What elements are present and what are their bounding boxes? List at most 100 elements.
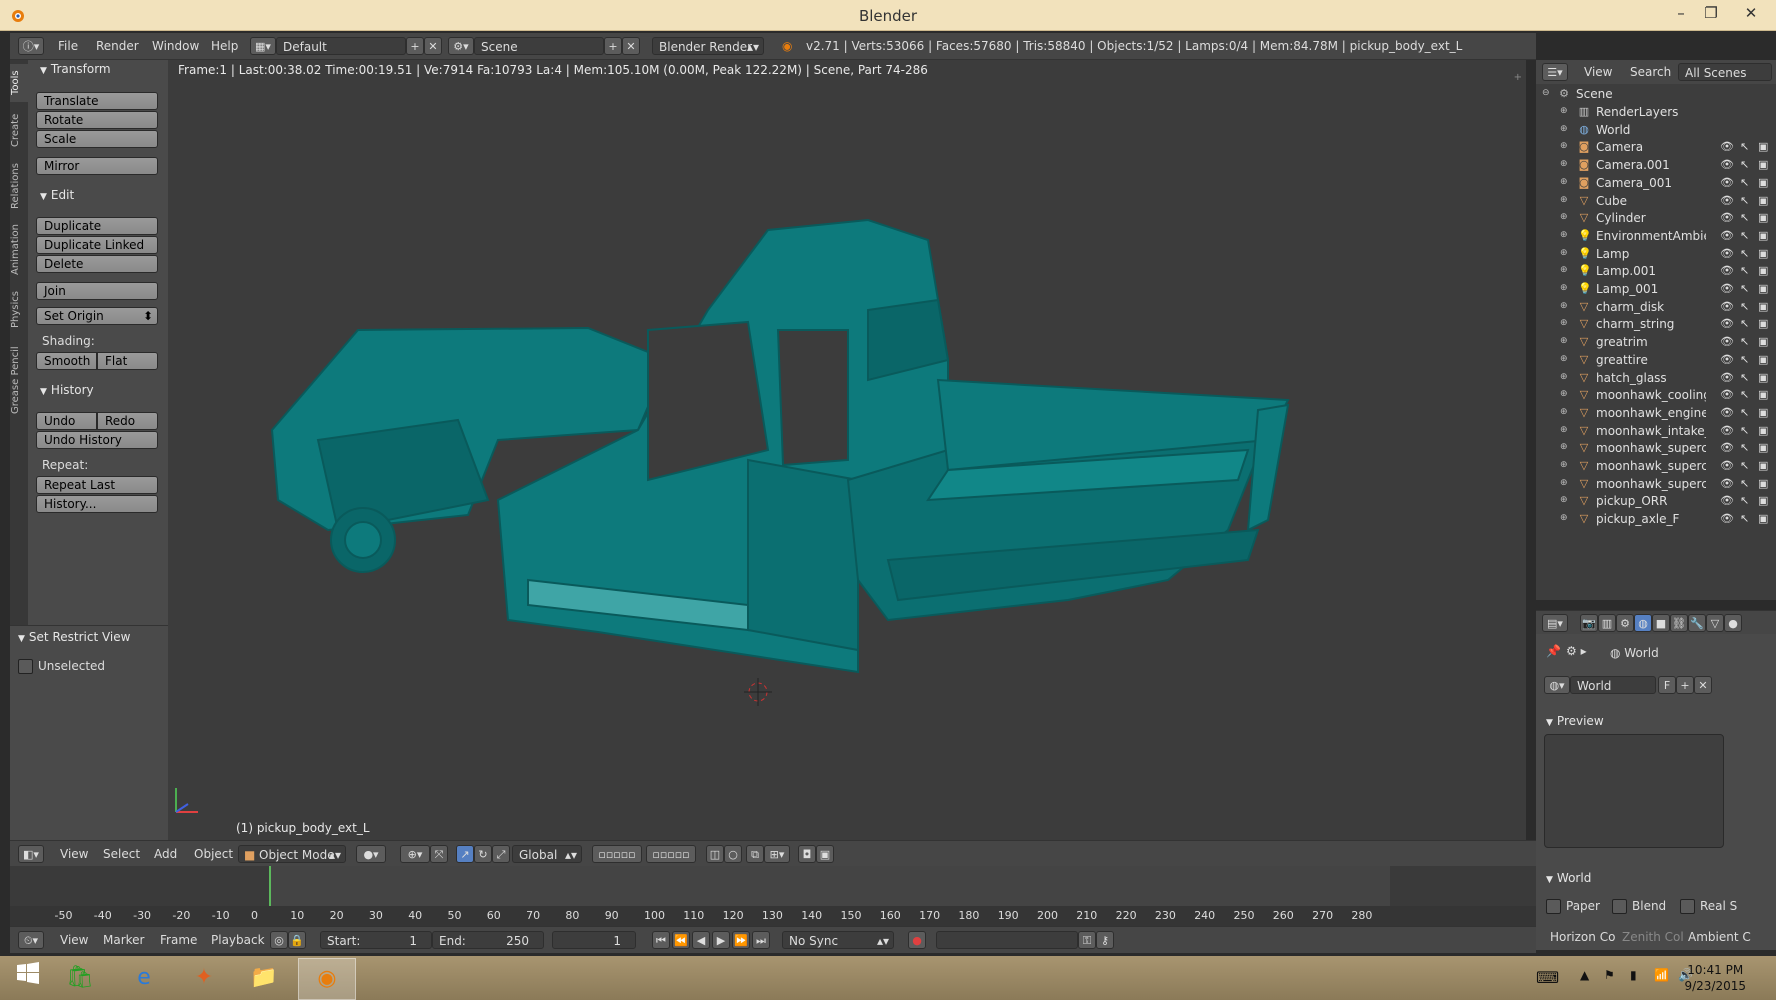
select-arrow-icon[interactable]: ↖ (1740, 194, 1749, 207)
3d-viewport[interactable]: Frame:1 | Last:00:38.02 Time:00:19.51 | … (168, 60, 1526, 840)
render-toggle-icon[interactable]: ▣ (1758, 282, 1768, 295)
render-toggle-icon[interactable]: ▣ (1758, 371, 1768, 384)
visibility-eye-icon[interactable]: 👁 (1720, 282, 1734, 295)
opengl-anim-icon[interactable]: ▣ (816, 845, 834, 863)
viewport-shading-icon[interactable]: ●▾ (356, 845, 386, 863)
select-arrow-icon[interactable]: ↖ (1740, 247, 1749, 260)
expand-icon[interactable]: ⊕ (1560, 248, 1568, 258)
expand-icon[interactable]: ⊕ (1560, 389, 1568, 399)
tab-tools[interactable]: Tools (10, 64, 28, 102)
pin-icon[interactable]: 📌 (1546, 644, 1561, 658)
duplicate-linked-button[interactable]: Duplicate Linked (36, 236, 158, 254)
remove-scene-icon[interactable]: ✕ (622, 37, 640, 55)
delete-button[interactable]: Delete (36, 255, 158, 273)
outliner-scene-row[interactable]: ⊖ ⚙ Scene (1536, 84, 1766, 104)
menu-frame[interactable]: Frame (160, 933, 197, 947)
render-toggle-icon[interactable]: ▣ (1758, 494, 1768, 507)
menu-marker[interactable]: Marker (103, 933, 144, 947)
minimize-button[interactable]: – (1666, 2, 1696, 24)
editor-type-outliner-icon[interactable]: ☰▾ (1542, 63, 1568, 81)
menu-view[interactable]: View (60, 847, 88, 861)
insert-keyframe-icon[interactable]: ⚿ (1078, 931, 1096, 949)
expand-icon[interactable]: ⊕ (1560, 230, 1568, 240)
scale-button[interactable]: Scale (36, 130, 158, 148)
editor-type-properties-icon[interactable]: ▤▾ (1542, 614, 1568, 632)
restrict-view-header[interactable]: ▼ Set Restrict View (18, 630, 130, 644)
expand-icon[interactable]: ⊕ (1560, 407, 1568, 417)
visibility-eye-icon[interactable]: 👁 (1720, 229, 1734, 242)
join-button[interactable]: Join (36, 282, 158, 300)
remove-layout-icon[interactable]: ✕ (424, 37, 442, 55)
world-browse-icon[interactable]: ◍▾ (1544, 676, 1570, 694)
edit-panel-header[interactable]: ▼ Edit (40, 188, 74, 202)
power-icon[interactable]: ▮ (1630, 968, 1637, 982)
visibility-eye-icon[interactable]: 👁 (1720, 140, 1734, 153)
render-toggle-icon[interactable]: ▣ (1758, 335, 1768, 348)
undo-history-button[interactable]: Undo History (36, 431, 158, 449)
expand-icon[interactable]: ⊕ (1560, 372, 1568, 382)
object-tab-icon[interactable]: ■ (1652, 614, 1670, 632)
blender-taskbar-icon[interactable]: ◉ (298, 958, 356, 1000)
menu-object[interactable]: Object (194, 847, 233, 861)
start-button-icon[interactable] (0, 958, 56, 998)
expand-icon[interactable]: ⊕ (1560, 336, 1568, 346)
jump-start-icon[interactable]: ⏮ (652, 931, 670, 949)
render-toggle-icon[interactable]: ▣ (1758, 264, 1768, 277)
expand-icon[interactable]: ⊕ (1560, 141, 1568, 151)
visibility-eye-icon[interactable]: 👁 (1720, 176, 1734, 189)
select-arrow-icon[interactable]: ↖ (1740, 335, 1749, 348)
visibility-eye-icon[interactable]: 👁 (1720, 211, 1734, 224)
preview-panel-header[interactable]: ▼ Preview (1546, 714, 1604, 728)
add-layout-icon[interactable]: + (406, 37, 424, 55)
world-tab-icon[interactable]: ◍ (1634, 614, 1652, 632)
proportional-edit-icon[interactable]: ○ (724, 845, 742, 863)
end-frame-field[interactable]: End: 250 (432, 931, 544, 949)
render-toggle-icon[interactable]: ▣ (1758, 158, 1768, 171)
mirror-button[interactable]: Mirror (36, 157, 158, 175)
menu-window[interactable]: Window (152, 39, 199, 53)
menu-timeline-view[interactable]: View (60, 933, 88, 947)
expand-icon[interactable]: ⊕ (1560, 283, 1568, 293)
duplicate-button[interactable]: Duplicate (36, 217, 158, 235)
expand-icon[interactable]: ⊕ (1560, 318, 1568, 328)
layers-group-1-icon[interactable]: ▫▫▫▫▫ (592, 845, 642, 863)
render-toggle-icon[interactable]: ▣ (1758, 459, 1768, 472)
expand-icon[interactable]: ⊕ (1560, 301, 1568, 311)
scene-field[interactable]: Scene (474, 37, 604, 55)
jump-end-icon[interactable]: ⏭ (752, 931, 770, 949)
play-icon[interactable]: ▶ (712, 931, 730, 949)
tab-grease-pencil[interactable]: Grease Pencil (10, 340, 28, 420)
visibility-eye-icon[interactable]: 👁 (1720, 406, 1734, 419)
real-sky-checkbox[interactable] (1680, 899, 1695, 914)
expand-icon[interactable]: ⊕ (1560, 106, 1568, 116)
repeat-last-button[interactable]: Repeat Last (36, 476, 158, 494)
set-origin-menu[interactable]: Set Origin ⬍ (36, 307, 158, 325)
manipulator-toggle-icon[interactable]: ⤧ (430, 845, 448, 863)
tab-relations[interactable]: Relations (10, 158, 28, 214)
timeline-area[interactable]: -50 -40 -30 -20 -10 0 10 20 30 40 50 60 70 80 90 100 110… (10, 866, 1536, 926)
viewport-corner-icon[interactable]: + (1514, 72, 1522, 83)
expand-icon[interactable]: ⊕ (1560, 442, 1568, 452)
select-arrow-icon[interactable]: ↖ (1740, 371, 1749, 384)
transform-panel-header[interactable]: ▼ Transform (40, 62, 111, 76)
maximize-button[interactable]: ❐ (1696, 2, 1726, 24)
lock-camera-icon[interactable]: ◫ (706, 845, 724, 863)
current-frame-field[interactable]: 1 (552, 931, 636, 949)
menu-select[interactable]: Select (103, 847, 140, 861)
editor-type-timeline-icon[interactable]: ⏲▾ (18, 931, 44, 949)
use-preview-range-icon[interactable]: ◎ (270, 931, 288, 949)
render-toggle-icon[interactable]: ▣ (1758, 317, 1768, 330)
material-tab-icon[interactable]: ● (1724, 614, 1742, 632)
select-arrow-icon[interactable]: ↖ (1740, 264, 1749, 277)
select-arrow-icon[interactable]: ↖ (1740, 494, 1749, 507)
pivot-point-icon[interactable]: ⊕▾ (400, 845, 430, 863)
scene-icon[interactable]: ⚙▾ (448, 37, 474, 55)
expand-icon[interactable]: ⊕ (1560, 177, 1568, 187)
render-toggle-icon[interactable]: ▣ (1758, 176, 1768, 189)
tray-expand-icon[interactable]: ▲ (1580, 968, 1589, 982)
next-keyframe-icon[interactable]: ⏩ (732, 931, 750, 949)
keyboard-icon[interactable]: ⌨ (1536, 968, 1559, 987)
app-icon[interactable]: ✦ (176, 958, 232, 998)
menu-render[interactable]: Render (96, 39, 139, 53)
scene-tab-icon[interactable]: ⚙ (1616, 614, 1634, 632)
